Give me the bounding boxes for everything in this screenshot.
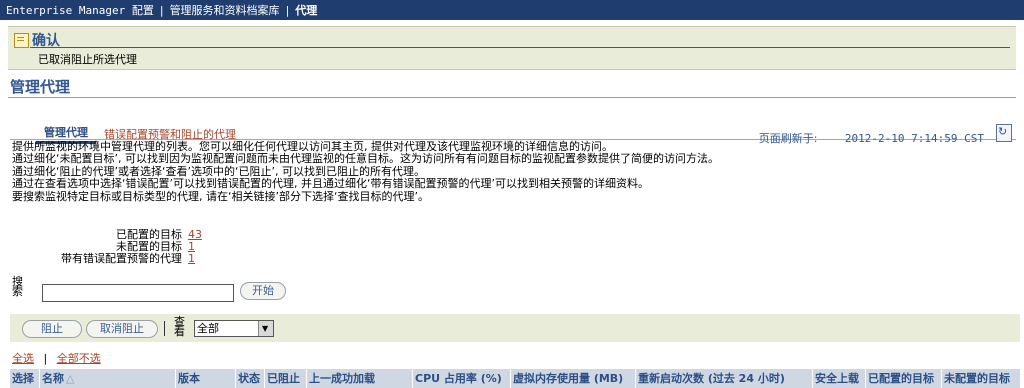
selection-links: 全选 | 全部不选 [12, 350, 101, 366]
action-bar: 阻止 取消阻止 查看 全部 [10, 314, 1020, 342]
confirmation-box: 确认 已取消阻止所选代理 [8, 26, 1016, 70]
link-separator: | [43, 352, 48, 365]
column-configured-targets[interactable]: 已配置的目标 [866, 369, 942, 388]
breadcrumb-separator: | [285, 3, 290, 17]
confirmation-divider [30, 47, 1010, 48]
chevron-down-icon[interactable] [258, 321, 273, 336]
breadcrumb: Enterprise Manager 配置 | 管理服务和资料档案库 | 代理 [0, 0, 1024, 20]
breadcrumb-management-services[interactable]: 管理服务和资料档案库 [170, 2, 280, 18]
summary-row-misconfig: 带有错误配置预警的代理 1 [46, 253, 196, 265]
column-secure-upload[interactable]: 安全上载 [813, 369, 866, 388]
column-last-upload[interactable]: 上一成功加载 [307, 369, 413, 388]
summary-link-misconfig[interactable]: 1 [188, 253, 196, 265]
description-line: 要搜索监视特定目标或目标类型的代理, 请在‘相关链接’部分下选择‘查找目标的代理… [12, 189, 429, 203]
refresh-time: 2012-2-10 7:14:59 CST [844, 132, 984, 145]
select-all-link[interactable]: 全选 [12, 352, 34, 365]
summary-label: 带有错误配置预警的代理 [61, 252, 182, 265]
column-restarts[interactable]: 重新启动次数 (过去 24 小时) [636, 369, 813, 388]
sort-ascending-icon: △ [66, 372, 75, 385]
column-cpu[interactable]: CPU 占用率 (%) [413, 369, 511, 388]
search-input[interactable] [42, 284, 234, 302]
column-unconfigured-targets[interactable]: 未配置的目标 [942, 369, 1020, 388]
confirmation-message: 已取消阻止所选代理 [38, 53, 137, 66]
go-button[interactable]: 开始 [240, 282, 286, 300]
search-label: 搜索 [12, 275, 23, 298]
column-select: 选择 [10, 369, 40, 388]
breadcrumb-current: 代理 [295, 4, 318, 17]
column-version[interactable]: 版本 [176, 369, 236, 388]
block-button[interactable]: 阻止 [22, 320, 82, 338]
description-line: 通过在查看选项中选择‘错误配置’可以找到错误配置的代理, 并且通过细化‘带有错误… [12, 177, 649, 191]
title-divider [8, 97, 1016, 98]
table-header: 选择 名称 △ 版本 状态 已阻止 上一成功加载 CPU 占用率 (%) 虚拟内存… [10, 369, 1020, 388]
column-blocked[interactable]: 已阻止 [265, 369, 307, 388]
toolbar-separator [164, 321, 165, 336]
unblock-button[interactable]: 取消阻止 [86, 320, 158, 338]
agent-summary: 已配置的目标 43 未配置的目标 1 带有错误配置预警的代理 1 [46, 229, 202, 265]
breadcrumb-separator: | [159, 3, 164, 17]
select-none-link[interactable]: 全部不选 [57, 352, 101, 365]
page-description: 提供所监视的环境中管理代理的列表。您可以细化任何代理以访问其主页, 提供对代理及… [12, 140, 719, 203]
refresh-label: 页面刷新于: [758, 132, 818, 145]
description-line: 通过细化‘未配置目标’, 可以找到因为监视配置问题而未由代理监视的任意目标。这为… [12, 152, 719, 166]
view-label: 查看 [174, 315, 185, 338]
breadcrumb-em-config[interactable]: Enterprise Manager 配置 [6, 2, 154, 18]
note-icon [14, 32, 29, 48]
column-virtual-memory[interactable]: 虚拟内存使用量 (MB) [511, 369, 636, 388]
column-name-label: 名称 [42, 372, 64, 385]
view-select-value: 全部 [197, 322, 219, 335]
view-select[interactable]: 全部 [194, 320, 274, 337]
page-refresh-info: 页面刷新于: 2012-2-10 7:14:59 CST [759, 130, 984, 146]
column-status[interactable]: 状态 [236, 369, 265, 388]
page-title: 管理代理 [10, 78, 71, 96]
refresh-icon[interactable] [996, 124, 1012, 142]
column-name[interactable]: 名称 △ [40, 369, 176, 388]
